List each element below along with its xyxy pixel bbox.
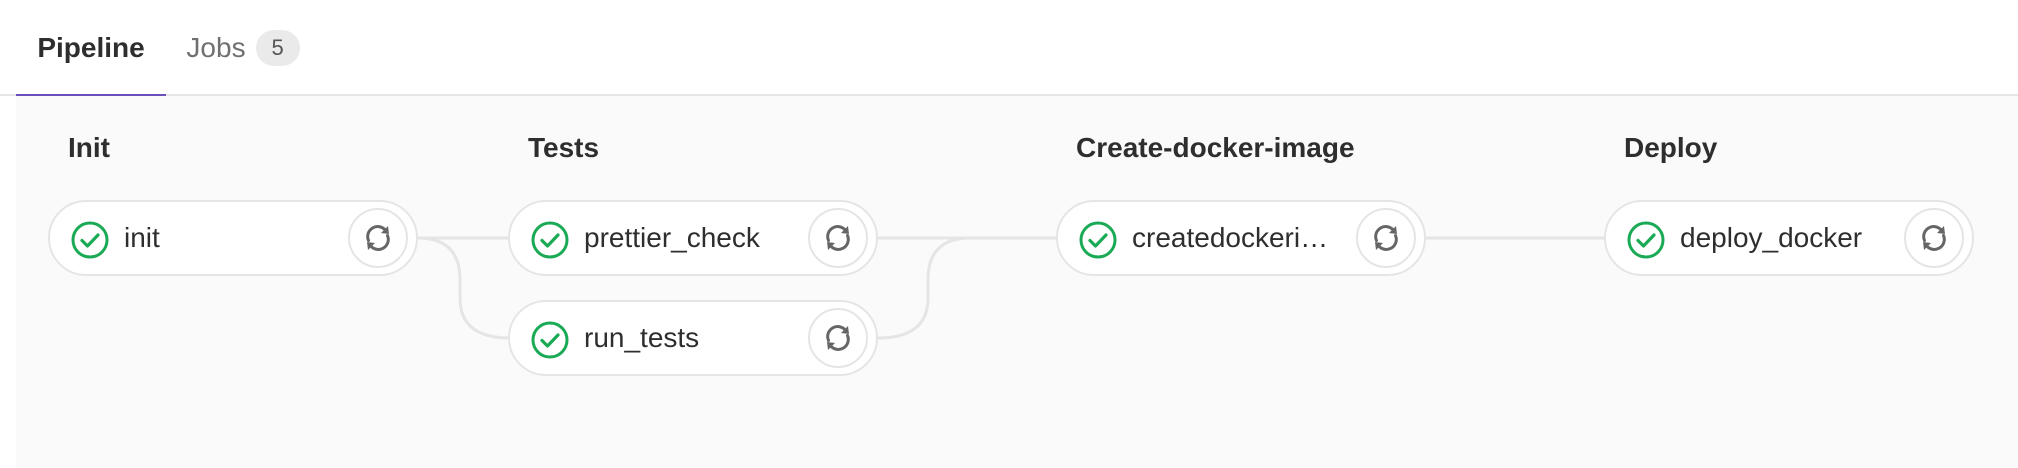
retry-icon xyxy=(826,325,850,351)
tab-pipeline[interactable]: Pipeline xyxy=(16,0,166,98)
job-name: deploy_docker xyxy=(1680,222,1863,253)
retry-icon xyxy=(1922,225,1946,251)
jobs-count-badge: 5 xyxy=(255,30,300,66)
retry-icon xyxy=(366,225,390,251)
job-name: createdockeri… xyxy=(1132,222,1329,253)
pipeline-graph: Init Tests Create-docker-image Deploy in… xyxy=(16,96,2018,468)
job-name: init xyxy=(124,222,160,253)
job-createdockerimage[interactable]: createdockeri… xyxy=(1056,200,1426,276)
tab-jobs[interactable]: Jobs 5 xyxy=(176,0,310,96)
retry-button[interactable] xyxy=(348,208,408,268)
stage-title-deploy: Deploy xyxy=(1624,132,1718,163)
retry-button[interactable] xyxy=(1904,208,1964,268)
stage-title-init: Init xyxy=(68,132,110,163)
job-init[interactable]: init xyxy=(48,200,418,276)
status-success-icon xyxy=(70,220,110,260)
retry-icon xyxy=(1374,225,1398,251)
status-success-icon xyxy=(1078,220,1118,260)
stage-connectors xyxy=(417,236,1606,340)
status-success-icon xyxy=(530,320,570,360)
tab-pipeline-label: Pipeline xyxy=(37,32,145,63)
stage-title-create-docker-image: Create-docker-image xyxy=(1076,132,1355,163)
job-prettier-check[interactable]: prettier_check xyxy=(508,200,878,276)
tab-jobs-label: Jobs xyxy=(186,32,246,63)
retry-button[interactable] xyxy=(808,208,868,268)
retry-button[interactable] xyxy=(1356,208,1416,268)
pipeline-tabs: Pipeline Jobs 5 xyxy=(0,0,2018,98)
retry-button[interactable] xyxy=(808,308,868,368)
job-run-tests[interactable]: run_tests xyxy=(508,300,878,376)
status-success-icon xyxy=(530,220,570,260)
retry-icon xyxy=(826,225,850,251)
job-deploy-docker[interactable]: deploy_docker xyxy=(1604,200,1974,276)
stage-title-tests: Tests xyxy=(528,132,600,163)
job-name: run_tests xyxy=(584,322,700,353)
status-success-icon xyxy=(1626,220,1666,260)
job-name: prettier_check xyxy=(584,222,760,253)
